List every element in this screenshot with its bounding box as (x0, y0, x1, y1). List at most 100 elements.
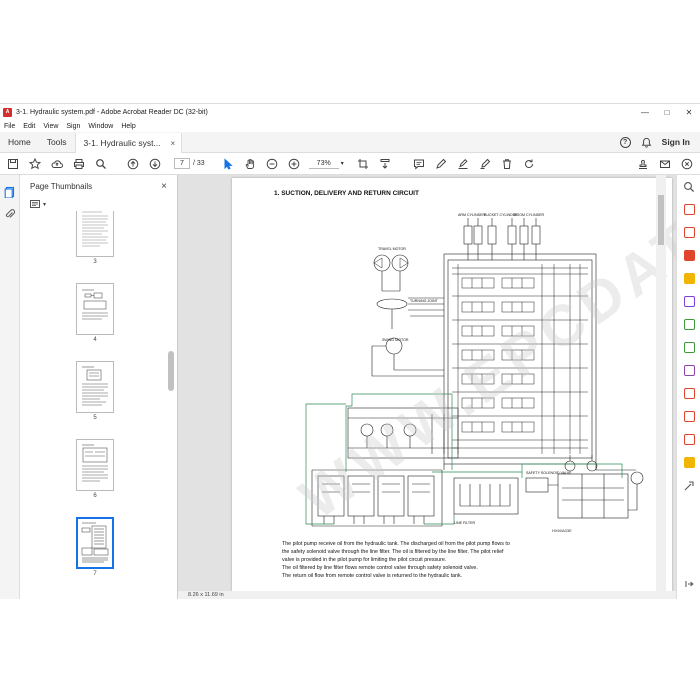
thumbnails-header: Page Thumbnails × (20, 175, 177, 197)
previous-page-icon[interactable] (124, 155, 142, 173)
tab-document[interactable]: 3-1. Hydraulic syst... × (74, 132, 183, 154)
acrobat-window: A 3-1. Hydraulic system.pdf - Adobe Acro… (0, 103, 700, 599)
upload-cloud-icon[interactable] (48, 155, 66, 173)
export-pdf-icon[interactable] (677, 198, 700, 221)
swing-motor-label: SWING MOTOR (382, 338, 409, 342)
menu-bar: File Edit View Sign Window Help (0, 120, 700, 132)
zoom-in-icon[interactable] (285, 155, 303, 173)
thumbnail-options-button[interactable]: ▾ (20, 197, 177, 211)
organize-pages-icon[interactable] (677, 313, 700, 336)
thumbnail-page-3[interactable] (76, 211, 114, 257)
menu-help[interactable]: Help (117, 123, 139, 130)
tab-close-icon[interactable]: × (171, 139, 176, 148)
fill-sign-icon[interactable] (454, 155, 472, 173)
thumbnails-scrollbar[interactable] (168, 211, 174, 599)
print-icon[interactable] (70, 155, 88, 173)
tab-tools[interactable]: Tools (39, 132, 75, 153)
crop-fit-icon[interactable] (354, 155, 372, 173)
select-cursor-icon[interactable] (219, 155, 237, 173)
thumbnail-label-7: 7 (93, 571, 97, 577)
arm-cylinder-label: ARM CYLINDER (458, 213, 486, 217)
zoom-out-icon[interactable] (263, 155, 281, 173)
fill-and-sign-icon[interactable] (677, 359, 700, 382)
stamp-icon[interactable] (634, 155, 652, 173)
pdf-page: 1. SUCTION, DELIVERY AND RETURN CIRCUIT (232, 175, 676, 591)
more-tools-right-icon[interactable] (677, 474, 700, 497)
highlight-pen-icon[interactable] (432, 155, 450, 173)
hand-tool-icon[interactable] (241, 155, 259, 173)
scroll-mode-icon[interactable] (376, 155, 394, 173)
zoom-search-icon[interactable] (677, 175, 700, 198)
title-bar: A 3-1. Hydraulic system.pdf - Adobe Acro… (0, 104, 700, 120)
tab-document-label: 3-1. Hydraulic syst... (83, 138, 161, 148)
paragraph-line: The pilot pump receive oil from the hydr… (282, 541, 510, 547)
thumbnails-scroll-thumb[interactable] (168, 351, 174, 391)
thumbnail-page-5[interactable] (76, 361, 114, 413)
thumbnail-label-5: 5 (93, 415, 97, 421)
more-tools-icon[interactable] (678, 155, 696, 173)
window-controls: — □ ✕ (634, 104, 700, 120)
page-number-input[interactable]: 7 (174, 158, 190, 169)
comment-tool-icon[interactable] (677, 267, 700, 290)
menu-sign[interactable]: Sign (62, 123, 84, 130)
bookmark-star-icon[interactable] (26, 155, 44, 173)
left-navigation-strip (0, 175, 20, 599)
minimize-button[interactable]: — (634, 104, 656, 120)
thumbnail-label-4: 4 (93, 337, 97, 343)
menu-view[interactable]: View (39, 123, 62, 130)
combine-files-icon[interactable] (677, 290, 700, 313)
page-size-status: 8.26 x 11.69 in (178, 591, 676, 599)
bucket-cylinder-label: BUCKET CYLINDER (484, 213, 518, 217)
menu-file[interactable]: File (0, 123, 19, 130)
zoom-level-select[interactable]: 73% ▾ (308, 158, 344, 169)
travel-motor-label: TRAVEL MOTOR (378, 247, 406, 251)
paragraph-line: the safety solenoid valve through the li… (282, 549, 504, 556)
chevron-down-icon: ▾ (340, 161, 344, 167)
menu-window[interactable]: Window (84, 123, 117, 130)
create-pdf-icon[interactable] (677, 221, 700, 244)
page-thumbnails-nav-icon[interactable] (0, 181, 20, 203)
redact-icon[interactable] (677, 405, 700, 428)
paragraph-line: The oil filtered by line filter flows re… (282, 565, 478, 572)
chevron-down-icon: ▾ (43, 201, 47, 208)
next-page-icon[interactable] (146, 155, 164, 173)
delete-icon[interactable] (498, 155, 516, 173)
paragraph-line: The return oil flow from remote control … (282, 573, 463, 580)
thumbnail-page-6[interactable] (76, 439, 114, 491)
thumbnail-page-7[interactable] (76, 517, 114, 569)
menu-edit[interactable]: Edit (19, 123, 39, 130)
thumbnail-label-3: 3 (93, 259, 97, 265)
collapse-pane-icon[interactable] (677, 572, 700, 595)
page-navigator: 7 / 33 (174, 158, 205, 169)
thumbnails-list: 3 4 5 6 7 (20, 211, 178, 599)
turning-joint-label: TURNING JOINT (410, 299, 439, 303)
close-window-button[interactable]: ✕ (678, 104, 700, 120)
save-icon[interactable] (4, 155, 22, 173)
tab-home[interactable]: Home (0, 132, 39, 153)
send-for-review-icon[interactable] (677, 451, 700, 474)
scan-ocr-icon[interactable] (677, 336, 700, 359)
highlight-text-icon[interactable] (476, 155, 494, 173)
options-list-icon (30, 200, 40, 208)
search-icon[interactable] (92, 155, 110, 173)
thumbnail-label-6: 6 (93, 493, 97, 499)
description-paragraph: The pilot pump receive oil from the hydr… (282, 540, 567, 580)
hydraulic-schematic: TRAVEL MOTOR SWING MOTOR TURNING JOINT A… (305, 213, 644, 527)
thumbnail-page-4[interactable] (76, 283, 114, 335)
prepare-form-icon[interactable] (677, 428, 700, 451)
maximize-button[interactable]: □ (656, 104, 678, 120)
help-icon[interactable]: ? (619, 136, 631, 148)
sign-in-button[interactable]: Sign In (662, 137, 690, 147)
close-panel-icon[interactable]: × (161, 181, 167, 192)
share-link-icon[interactable] (656, 155, 674, 173)
protect-icon[interactable] (677, 382, 700, 405)
boom-cylinder-label: BOOM CYLINDER (514, 213, 545, 217)
document-scroll-thumb[interactable] (658, 195, 664, 245)
attachment-icon[interactable] (0, 203, 20, 225)
comment-icon[interactable] (410, 155, 428, 173)
rotate-icon[interactable] (520, 155, 538, 173)
edit-pdf-icon[interactable] (677, 244, 700, 267)
safety-solenoid-label: SAFETY SOLENOID VALVE (526, 471, 572, 475)
document-scrollbar[interactable] (656, 175, 666, 591)
bell-icon[interactable] (641, 137, 652, 148)
